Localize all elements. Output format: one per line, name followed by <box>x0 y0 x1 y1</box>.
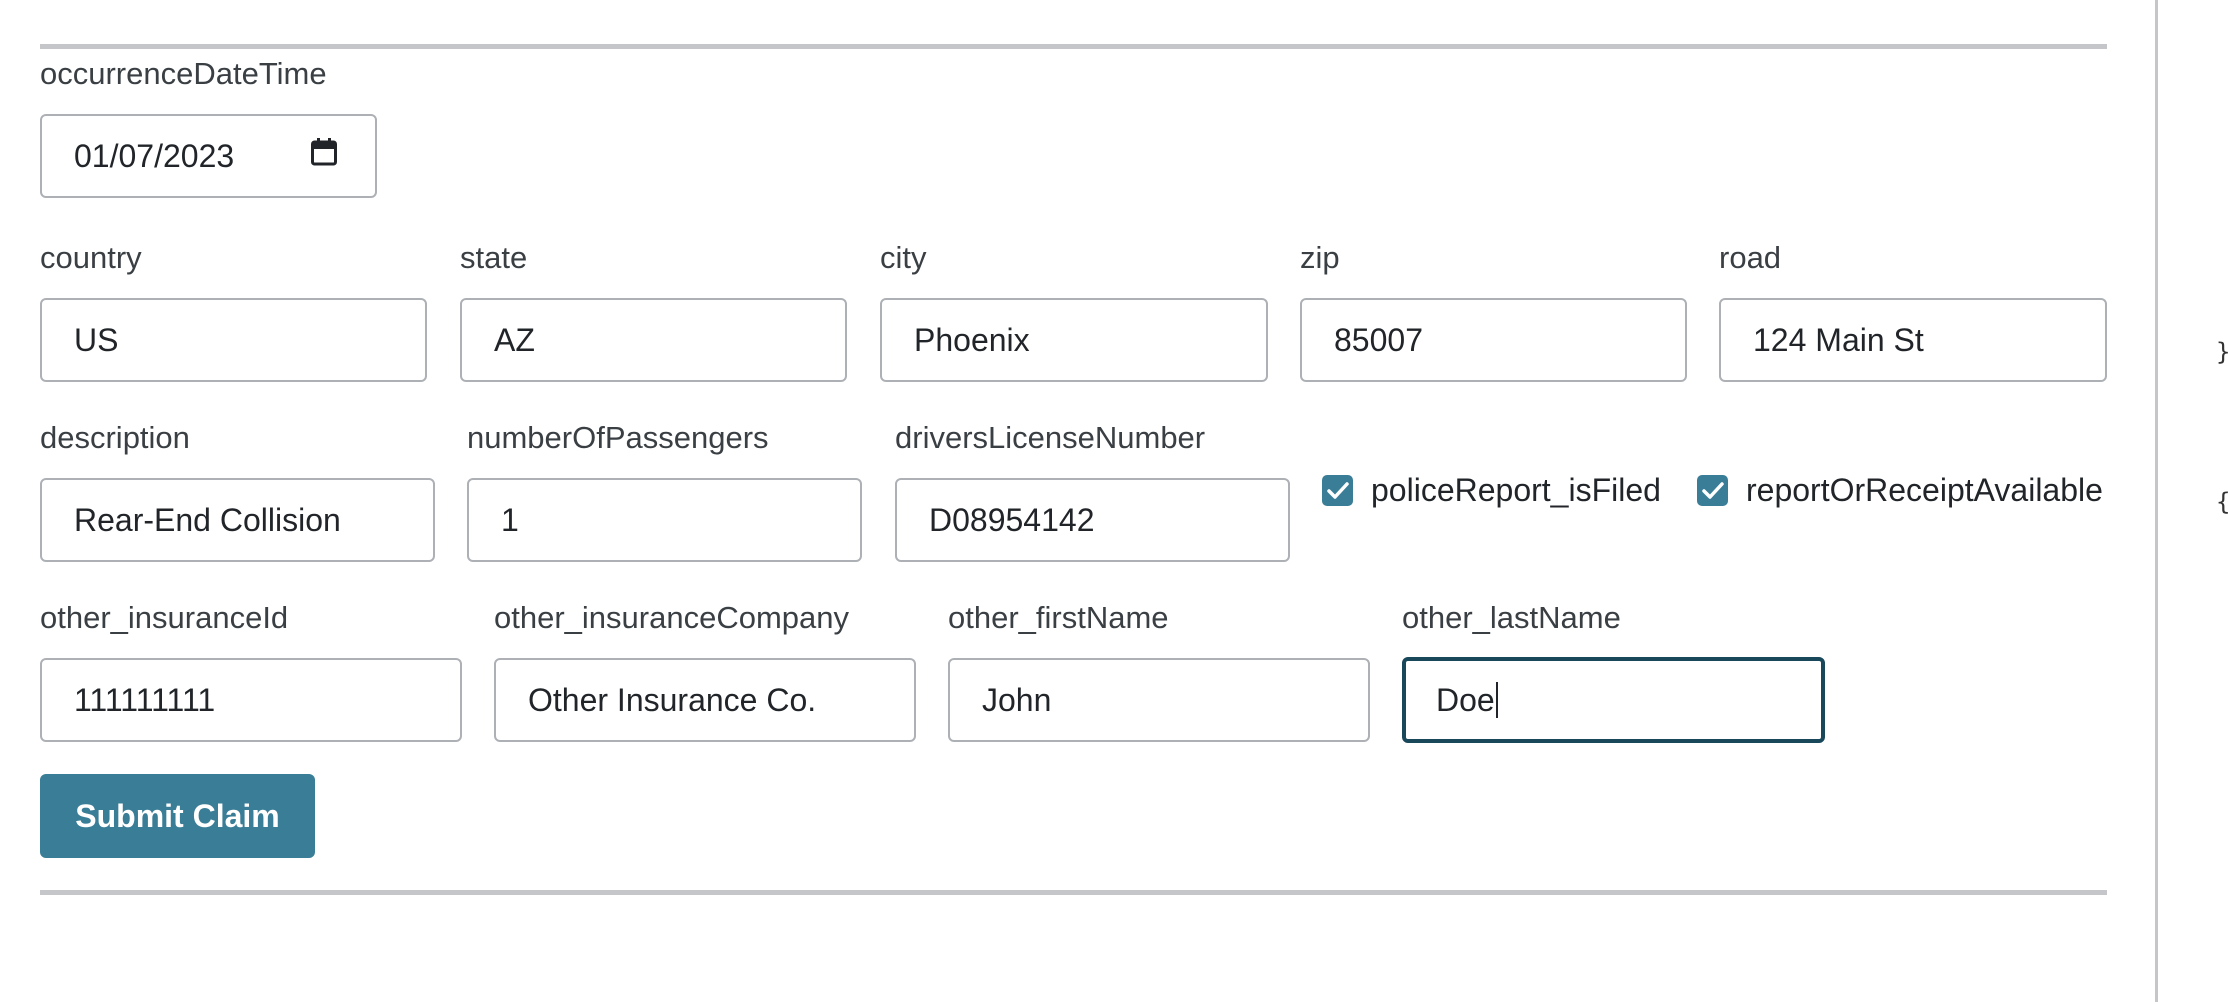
police-report-label: policeReport_isFiled <box>1371 472 1661 508</box>
other-insurance-id-value: 111111111 <box>74 681 216 718</box>
occurrence-datetime-value: 01/07/2023 <box>74 137 235 174</box>
checkmark-icon <box>1326 481 1349 499</box>
side-panel-brace-close: } <box>2216 338 2228 366</box>
state-input[interactable]: AZ <box>460 298 847 382</box>
top-divider <box>40 44 2107 49</box>
road-label: road <box>1719 240 1782 275</box>
other-first-name-value: John <box>982 681 1052 718</box>
description-label: description <box>40 420 190 455</box>
other-insurance-company-label: other_insuranceCompany <box>494 600 849 635</box>
description-input[interactable]: Rear-End Collision <box>40 478 435 562</box>
drivers-license-number-value: D08954142 <box>929 501 1095 538</box>
report-or-receipt-checkbox[interactable] <box>1697 475 1728 506</box>
city-label: city <box>880 240 927 275</box>
country-input[interactable]: US <box>40 298 427 382</box>
occurrence-datetime-label: occurrenceDateTime <box>40 56 327 91</box>
city-input[interactable]: Phoenix <box>880 298 1268 382</box>
panel-divider[interactable] <box>2155 0 2158 1002</box>
country-value: US <box>74 321 119 358</box>
submit-claim-button[interactable]: Submit Claim <box>40 774 315 858</box>
number-of-passengers-label: numberOfPassengers <box>467 420 769 455</box>
checkmark-icon <box>1701 481 1724 499</box>
number-of-passengers-value: 1 <box>501 501 519 538</box>
drivers-license-number-input[interactable]: D08954142 <box>895 478 1290 562</box>
number-of-passengers-input[interactable]: 1 <box>467 478 862 562</box>
road-value: 124 Main St <box>1753 321 1924 358</box>
bottom-divider <box>40 890 2107 895</box>
country-label: country <box>40 240 142 275</box>
side-panel-brace-open: { <box>2216 488 2228 516</box>
other-first-name-label: other_firstName <box>948 600 1169 635</box>
police-report-checkbox[interactable] <box>1322 475 1353 506</box>
other-last-name-label: other_lastName <box>1402 600 1621 635</box>
report-or-receipt-checkbox-group[interactable]: reportOrReceiptAvailable <box>1697 472 2103 509</box>
police-report-checkbox-group[interactable]: policeReport_isFiled <box>1322 472 1661 509</box>
drivers-license-number-label: driversLicenseNumber <box>895 420 1206 455</box>
zip-input[interactable]: 85007 <box>1300 298 1687 382</box>
state-label: state <box>460 240 528 275</box>
zip-value: 85007 <box>1334 321 1423 358</box>
text-caret <box>1495 682 1498 718</box>
other-insurance-id-input[interactable]: 111111111 <box>40 658 462 742</box>
state-value: AZ <box>494 321 535 358</box>
city-value: Phoenix <box>914 321 1030 358</box>
other-first-name-input[interactable]: John <box>948 658 1370 742</box>
report-or-receipt-label: reportOrReceiptAvailable <box>1746 472 2103 508</box>
other-insurance-id-label: other_insuranceId <box>40 600 289 635</box>
other-last-name-input[interactable]: Doe <box>1402 657 1825 743</box>
other-insurance-company-value: Other Insurance Co. <box>528 681 817 718</box>
description-value: Rear-End Collision <box>74 501 341 538</box>
other-last-name-value: Doe <box>1436 681 1495 718</box>
calendar-icon[interactable] <box>311 138 337 166</box>
occurrence-datetime-input[interactable]: 01/07/2023 <box>40 114 377 198</box>
road-input[interactable]: 124 Main St <box>1719 298 2107 382</box>
other-insurance-company-input[interactable]: Other Insurance Co. <box>494 658 916 742</box>
zip-label: zip <box>1300 240 1340 275</box>
